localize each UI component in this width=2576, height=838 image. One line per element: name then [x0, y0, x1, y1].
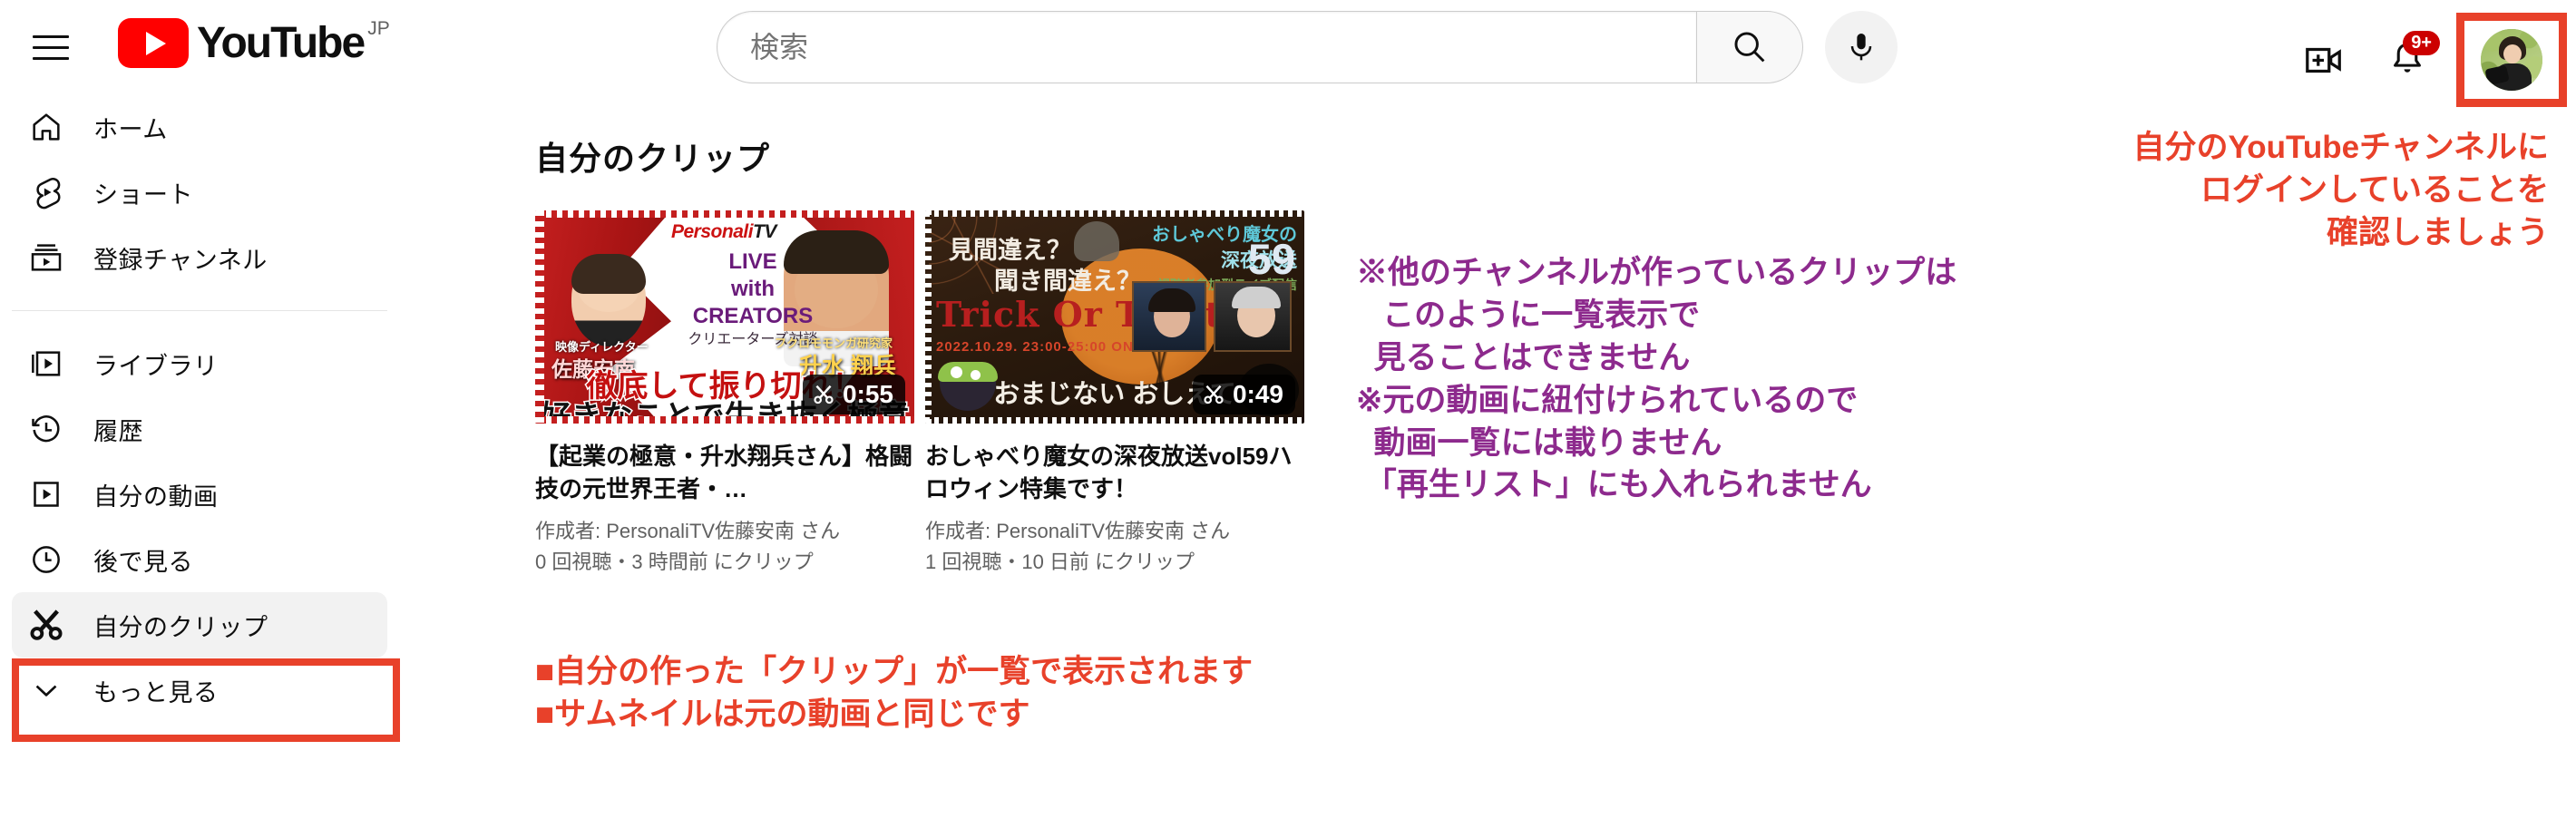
youtube-clips-page: YouTube JP 検索 9+ ホーム ショート 登録チャンネル ライブラリ … [0, 0, 2576, 838]
notifications-button[interactable]: 9+ [2373, 25, 2442, 94]
sidebar-item-library[interactable]: ライブラリ [12, 331, 387, 396]
logo-country-code: JP [367, 18, 390, 39]
thumb-portrait-left [1132, 281, 1206, 352]
clip-title[interactable]: 【起業の極意・升水翔兵さん】格闘技の元世界王者・… [535, 440, 914, 505]
thumb-question-2: 聞き間違え？ [994, 268, 1141, 295]
clip-card[interactable]: PersonaliTV LIVE with CREATORS クリエーターズ対談… [535, 210, 914, 578]
sidebar-divider [12, 310, 387, 311]
sidebar-item-subscriptions[interactable]: 登録チャンネル [12, 225, 387, 290]
sidebar-item-history[interactable]: 履歴 [12, 396, 387, 462]
thumb-airdate: 2022.10.29. 23:00-25:00 ON AIR [936, 339, 1165, 355]
sidebar-item-shorts[interactable]: ショート [12, 160, 387, 225]
clip-card[interactable]: 見間違え？ 聞き間違え？ Trick Or Treat 2022.10.29. … [925, 210, 1304, 578]
history-icon [24, 411, 68, 447]
scissors-icon [1204, 385, 1224, 404]
search-icon [1734, 32, 1765, 63]
page-title: 自分のクリップ [535, 140, 771, 177]
app-header: YouTube JP 検索 9+ [0, 0, 2576, 107]
sidebar-item-my-videos[interactable]: 自分の動画 [12, 462, 387, 527]
header-actions: 9+ [2289, 13, 2567, 107]
sidebar-label: もっと見る [93, 678, 219, 706]
voice-search-button[interactable] [1825, 11, 1898, 83]
thumb-portrait-right [1214, 281, 1292, 352]
clip-author: 作成者: PersonaliTV佐藤安南 さん [925, 520, 1231, 542]
annotation-login-note: 自分のYouTubeチャンネルに ログインしていることを 確認しましょう [2132, 130, 2549, 250]
logo-text: YouTube [197, 19, 366, 67]
shorts-icon [24, 174, 68, 210]
scissors-icon [24, 606, 68, 644]
duration-text: 0:55 [842, 380, 893, 408]
sidebar-item-show-more[interactable]: もっと見る [12, 658, 387, 723]
my-videos-icon [24, 476, 68, 512]
search-box[interactable] [717, 11, 1696, 83]
sidebar-item-watch-later[interactable]: 後で見る [12, 527, 387, 592]
clip-thumbnail[interactable]: 見間違え？ 聞き間違え？ Trick Or Treat 2022.10.29. … [925, 210, 1304, 424]
thumb-series-number: 59 [1247, 235, 1295, 283]
sidebar-label: 自分のクリップ [93, 613, 268, 641]
microphone-icon [1850, 34, 1872, 61]
sidebar-label: 自分の動画 [93, 482, 219, 511]
sidebar-label: ホーム [93, 115, 168, 143]
clip-author: 作成者: PersonaliTV佐藤安南 さん [535, 520, 841, 542]
sidebar-label: ライブラリ [93, 352, 219, 380]
annotation-bullet-note: ■自分の作った「クリップ」が一覧で表示されます ■サムネイルは元の動画と同じです [535, 654, 1254, 732]
watch-later-icon [24, 541, 68, 578]
sidebar-label: ショート [93, 180, 193, 209]
hamburger-menu-icon[interactable] [29, 25, 73, 69]
thumb-brand: PersonaliTV [671, 221, 776, 242]
search-area [717, 11, 1898, 83]
thumb-live-with-creators: LIVE with CREATORS [692, 249, 814, 328]
sidebar-label: 登録チャンネル [93, 246, 268, 274]
sidebar-label: 後で見る [93, 548, 193, 576]
sidebar-label: 履歴 [93, 417, 143, 445]
chevron-down-icon [24, 673, 68, 707]
search-button[interactable] [1696, 11, 1803, 83]
clips-grid: PersonaliTV LIVE with CREATORS クリエーターズ対談… [535, 210, 1304, 578]
notification-badge: 9+ [2403, 31, 2440, 55]
home-icon [24, 109, 68, 145]
clip-stats: 1 回視聴・10 日前 にクリップ [925, 551, 1195, 573]
search-input[interactable] [717, 30, 1696, 64]
youtube-logo[interactable]: YouTube JP [118, 18, 390, 71]
sidebar-item-home[interactable]: ホーム [12, 94, 387, 160]
create-video-icon [2306, 47, 2341, 73]
clip-thumbnail[interactable]: PersonaliTV LIVE with CREATORS クリエーターズ対談… [535, 210, 914, 424]
account-avatar[interactable] [2481, 29, 2542, 91]
sidebar-item-my-clips[interactable]: 自分のクリップ [12, 592, 387, 658]
create-video-button[interactable] [2289, 25, 2358, 94]
duration-badge: 0:49 [1192, 375, 1295, 414]
scissors-icon [814, 385, 834, 404]
duration-text: 0:49 [1232, 380, 1283, 408]
subscriptions-icon [24, 239, 68, 276]
clip-title[interactable]: おしゃべり魔女の深夜放送vol59ハロウィン特集です！ [925, 440, 1304, 505]
clip-stats: 0 回視聴・3 時間前 にクリップ [535, 551, 814, 573]
avatar-highlight-box [2456, 13, 2567, 107]
youtube-play-icon [118, 18, 189, 68]
duration-badge: 0:55 [802, 375, 905, 414]
annotation-clip-note: ※他のチャンネルが作っているクリップは このように一覧表示で 見ることはできませ… [1356, 255, 1957, 503]
sidebar-nav: ホーム ショート 登録チャンネル ライブラリ 履歴 自分の動画 後で見る 自分の… [0, 94, 399, 838]
library-icon [24, 346, 68, 382]
